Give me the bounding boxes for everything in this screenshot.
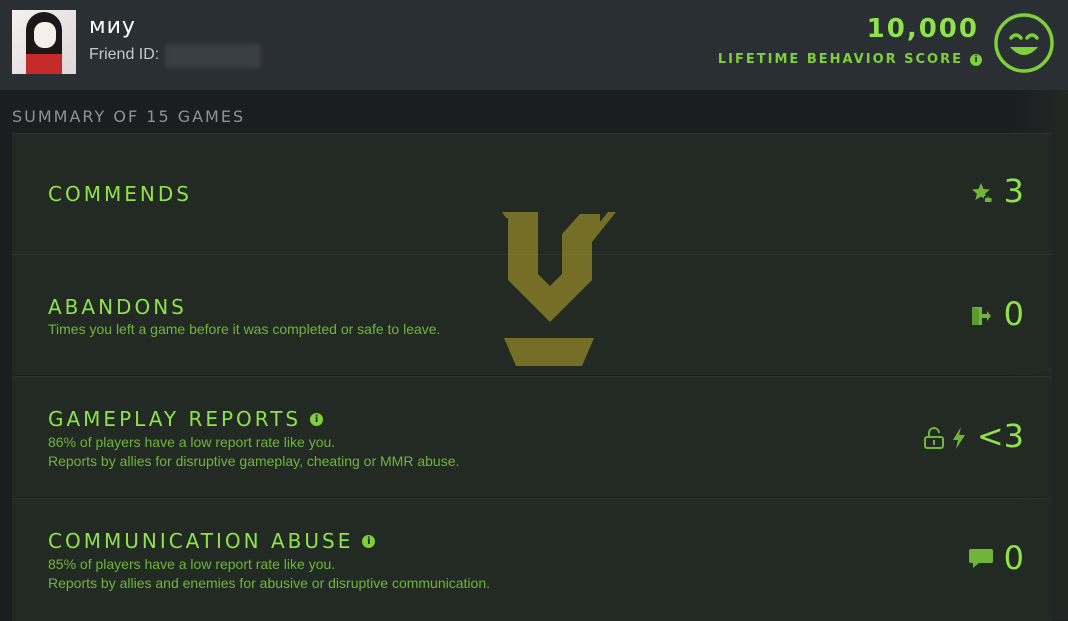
- communication-abuse-panel: COMMUNICATION ABUSE i 85% of players hav…: [12, 498, 1052, 621]
- behavior-score-label-text: LIFETIME BEHAVIOR SCORE: [717, 52, 963, 67]
- exit-door-icon: [972, 307, 991, 325]
- friend-id-redacted: [165, 44, 261, 68]
- commends-title: COMMENDS: [48, 182, 192, 206]
- communication-abuse-line2: Reports by allies and enemies for abusiv…: [48, 575, 490, 591]
- info-icon[interactable]: i: [970, 53, 982, 66]
- abandons-title-text: ABANDONS: [48, 295, 187, 319]
- chat-bubble-icon: [969, 549, 993, 568]
- username: миу: [89, 14, 136, 39]
- gameplay-reports-title-text: GAMEPLAY REPORTS: [48, 407, 302, 431]
- profile-header: миу Friend ID: 10,000 LIFETIME BEHAVIOR …: [0, 0, 1068, 90]
- behavior-score-value: 10,000: [866, 14, 979, 44]
- summary-title: SUMMARY OF 15 GAMES: [12, 107, 246, 126]
- commends-value: 3: [1003, 172, 1024, 210]
- smiley-face-icon: [994, 13, 1054, 73]
- communication-abuse-value: 0: [1003, 539, 1024, 577]
- communication-abuse-title: COMMUNICATION ABUSE i: [48, 529, 376, 553]
- star-thumbs-up-icon: [972, 183, 992, 203]
- abandons-description: Times you left a game before it was comp…: [48, 321, 441, 337]
- gameplay-reports-line1: 86% of players have a low report rate li…: [48, 434, 336, 450]
- abandons-value: 0: [1003, 295, 1024, 333]
- avatar[interactable]: [12, 10, 76, 74]
- dota-plus-emblem-icon: [478, 212, 616, 366]
- communication-abuse-line1: 85% of players have a low report rate li…: [48, 556, 336, 572]
- info-icon[interactable]: i: [310, 412, 324, 426]
- unlocked-padlock-icon: [924, 427, 944, 449]
- gameplay-reports-value: <3: [976, 417, 1024, 455]
- gameplay-reports-title: GAMEPLAY REPORTS i: [48, 407, 324, 431]
- lightning-icon: [953, 427, 965, 449]
- abandons-title: ABANDONS: [48, 295, 187, 319]
- commends-title-text: COMMENDS: [48, 182, 192, 206]
- friend-id-label: Friend ID:: [89, 46, 160, 63]
- communication-abuse-title-text: COMMUNICATION ABUSE: [48, 529, 354, 553]
- gameplay-reports-panel: GAMEPLAY REPORTS i 86% of players have a…: [12, 376, 1052, 497]
- info-icon[interactable]: i: [362, 534, 376, 548]
- gameplay-reports-line2: Reports by allies for disruptive gamepla…: [48, 453, 460, 469]
- behavior-score-label: LIFETIME BEHAVIOR SCORE i: [718, 52, 982, 67]
